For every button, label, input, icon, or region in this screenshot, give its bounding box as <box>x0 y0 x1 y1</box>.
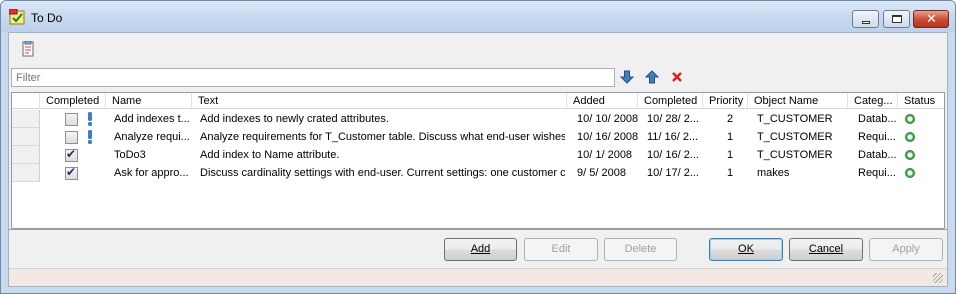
priority-high-icon <box>88 130 92 144</box>
column-header-priority[interactable]: Priority <box>703 93 748 109</box>
minimize-button[interactable] <box>852 10 879 28</box>
task-list-icon[interactable] <box>21 41 35 57</box>
name-cell: ToDo3 <box>114 149 146 161</box>
divider <box>9 229 947 230</box>
delete-x-icon[interactable] <box>669 69 685 85</box>
grid-header: Completed Name Text Added Completed Prio… <box>12 93 944 109</box>
column-header-text[interactable]: Text <box>192 93 567 109</box>
status-bar <box>9 268 947 286</box>
title-bar[interactable]: To Do ✕ <box>1 1 955 32</box>
column-header-name[interactable]: Name <box>106 93 192 109</box>
text-cell: Add index to Name attribute. <box>200 149 340 161</box>
cancel-button-label: Cancel <box>808 243 844 255</box>
completed-date-cell: 10/ 28/ 2... <box>647 113 699 125</box>
dialog-body: Completed Name Text Added Completed Prio… <box>8 32 948 287</box>
row-selector[interactable] <box>12 146 40 164</box>
table-row[interactable]: ✔ Ask for appro... Discuss cardinality s… <box>12 164 944 182</box>
category-cell: Datab... <box>858 149 897 161</box>
priority-high-icon <box>88 112 92 126</box>
column-header-added[interactable]: Added <box>567 93 638 109</box>
add-button-label: Add <box>470 243 491 255</box>
column-header-status[interactable]: Status <box>898 93 944 109</box>
todo-app-icon <box>9 9 25 25</box>
name-cell: Analyze requi... <box>114 131 190 143</box>
table-row[interactable]: Add indexes t... Add indexes to newly cr… <box>12 110 944 128</box>
resize-grip-icon[interactable] <box>933 273 943 283</box>
apply-button[interactable]: Apply <box>869 238 943 261</box>
ok-button-label: OK <box>738 243 754 255</box>
row-selector[interactable] <box>12 164 40 182</box>
column-header-completed[interactable]: Completed <box>40 93 106 109</box>
check-mark-icon: ✔ <box>66 147 77 161</box>
category-cell: Requi... <box>858 131 896 143</box>
check-mark-icon: ✔ <box>66 165 77 179</box>
close-icon: ✕ <box>926 12 937 27</box>
cancel-button[interactable]: Cancel <box>789 238 863 261</box>
name-cell: Ask for appro... <box>114 167 189 179</box>
completed-date-cell: 10/ 16/ 2... <box>647 149 699 161</box>
maximize-icon <box>892 15 902 23</box>
todo-grid: Completed Name Text Added Completed Prio… <box>11 92 945 229</box>
delete-button-label: Delete <box>624 243 657 255</box>
completed-checkbox[interactable] <box>65 113 78 126</box>
ok-button[interactable]: OK <box>709 238 783 261</box>
priority-cell: 1 <box>727 131 734 143</box>
window-title: To Do <box>31 11 63 25</box>
added-cell: 10/ 1/ 2008 <box>577 149 633 161</box>
status-ok-icon <box>905 114 915 124</box>
arrow-down-icon[interactable] <box>619 69 635 85</box>
todo-window: To Do ✕ Completed Name Text Added <box>0 0 956 294</box>
row-selector[interactable] <box>12 110 40 128</box>
object-name-cell: T_CUSTOMER <box>757 149 833 161</box>
arrow-up-icon[interactable] <box>644 69 660 85</box>
name-cell: Add indexes t... <box>114 113 190 125</box>
priority-cell: 1 <box>727 149 734 161</box>
status-ok-icon <box>905 150 915 160</box>
category-cell: Requi... <box>858 167 896 179</box>
added-cell: 10/ 16/ 2008 <box>577 131 638 143</box>
table-row[interactable]: ✔ ToDo3 Add index to Name attribute. 10/… <box>12 146 944 164</box>
priority-cell: 2 <box>727 113 734 125</box>
row-selector[interactable] <box>12 128 40 146</box>
completed-date-cell: 10/ 17/ 2... <box>647 167 699 179</box>
completed-checkbox[interactable]: ✔ <box>65 165 78 180</box>
completed-checkbox[interactable]: ✔ <box>65 147 78 162</box>
row-header-corner <box>12 93 40 109</box>
category-cell: Datab... <box>858 113 897 125</box>
added-cell: 9/ 5/ 2008 <box>577 167 626 179</box>
minimize-icon <box>862 21 870 24</box>
filter-input[interactable] <box>11 68 615 87</box>
object-name-cell: T_CUSTOMER <box>757 131 833 143</box>
delete-button[interactable]: Delete <box>604 238 677 261</box>
text-cell: Analyze requirements for T_Customer tabl… <box>200 131 565 143</box>
completed-checkbox[interactable] <box>65 131 78 144</box>
status-ok-icon <box>905 132 915 142</box>
text-cell: Add indexes to newly crated attributes. <box>200 113 389 125</box>
close-button[interactable]: ✕ <box>913 10 949 28</box>
priority-cell: 1 <box>727 167 734 179</box>
added-cell: 10/ 10/ 2008 <box>577 113 638 125</box>
object-name-cell: T_CUSTOMER <box>757 113 833 125</box>
table-row[interactable]: Analyze requi... Analyze requirements fo… <box>12 128 944 146</box>
column-header-completed-date[interactable]: Completed <box>638 93 703 109</box>
column-header-object-name[interactable]: Object Name <box>748 93 848 109</box>
status-ok-icon <box>905 168 915 178</box>
add-button[interactable]: Add <box>444 238 517 261</box>
completed-date-cell: 11/ 16/ 2... <box>647 131 699 143</box>
text-cell: Discuss cardinality settings with end-us… <box>200 167 565 179</box>
column-header-category[interactable]: Categ... <box>848 93 898 109</box>
maximize-button[interactable] <box>883 10 910 28</box>
object-name-cell: makes <box>757 167 790 179</box>
apply-button-label: Apply <box>892 243 920 255</box>
edit-button[interactable]: Edit <box>524 238 598 261</box>
edit-button-label: Edit <box>551 243 571 255</box>
